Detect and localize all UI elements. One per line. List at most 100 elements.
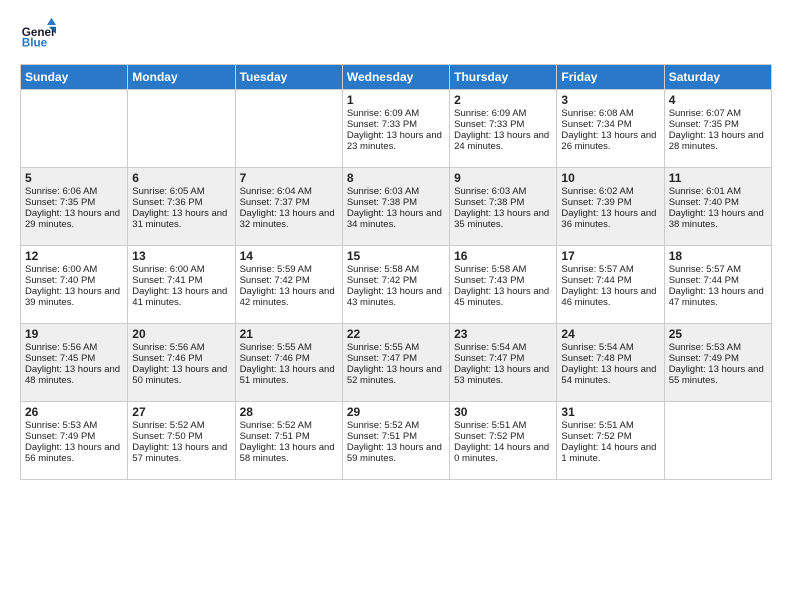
- day-cell: 16Sunrise: 5:58 AMSunset: 7:43 PMDayligh…: [450, 246, 557, 324]
- day-cell: 1Sunrise: 6:09 AMSunset: 7:33 PMDaylight…: [342, 90, 449, 168]
- daylight-text: Daylight: 14 hours and 0 minutes.: [454, 442, 552, 464]
- day-header-saturday: Saturday: [664, 65, 771, 90]
- daylight-text: Daylight: 14 hours and 1 minute.: [561, 442, 659, 464]
- day-cell: 15Sunrise: 5:58 AMSunset: 7:42 PMDayligh…: [342, 246, 449, 324]
- sunset-text: Sunset: 7:49 PM: [25, 431, 123, 442]
- day-cell: 31Sunrise: 5:51 AMSunset: 7:52 PMDayligh…: [557, 402, 664, 480]
- sunrise-text: Sunrise: 6:01 AM: [669, 186, 767, 197]
- sunset-text: Sunset: 7:44 PM: [669, 275, 767, 286]
- day-cell: 30Sunrise: 5:51 AMSunset: 7:52 PMDayligh…: [450, 402, 557, 480]
- sunset-text: Sunset: 7:37 PM: [240, 197, 338, 208]
- daylight-text: Daylight: 13 hours and 26 minutes.: [561, 130, 659, 152]
- day-cell: [128, 90, 235, 168]
- day-cell: 11Sunrise: 6:01 AMSunset: 7:40 PMDayligh…: [664, 168, 771, 246]
- daylight-text: Daylight: 13 hours and 43 minutes.: [347, 286, 445, 308]
- daylight-text: Daylight: 13 hours and 53 minutes.: [454, 364, 552, 386]
- day-cell: 5Sunrise: 6:06 AMSunset: 7:35 PMDaylight…: [21, 168, 128, 246]
- sunset-text: Sunset: 7:51 PM: [240, 431, 338, 442]
- sunrise-text: Sunrise: 6:08 AM: [561, 108, 659, 119]
- day-number: 9: [454, 171, 552, 185]
- sunrise-text: Sunrise: 5:55 AM: [347, 342, 445, 353]
- day-cell: 9Sunrise: 6:03 AMSunset: 7:38 PMDaylight…: [450, 168, 557, 246]
- day-number: 19: [25, 327, 123, 341]
- day-number: 10: [561, 171, 659, 185]
- day-number: 7: [240, 171, 338, 185]
- week-row-5: 26Sunrise: 5:53 AMSunset: 7:49 PMDayligh…: [21, 402, 772, 480]
- sunset-text: Sunset: 7:42 PM: [240, 275, 338, 286]
- week-row-4: 19Sunrise: 5:56 AMSunset: 7:45 PMDayligh…: [21, 324, 772, 402]
- daylight-text: Daylight: 13 hours and 57 minutes.: [132, 442, 230, 464]
- daylight-text: Daylight: 13 hours and 52 minutes.: [347, 364, 445, 386]
- daylight-text: Daylight: 13 hours and 48 minutes.: [25, 364, 123, 386]
- sunset-text: Sunset: 7:46 PM: [132, 353, 230, 364]
- sunset-text: Sunset: 7:44 PM: [561, 275, 659, 286]
- daylight-text: Daylight: 13 hours and 54 minutes.: [561, 364, 659, 386]
- sunrise-text: Sunrise: 5:52 AM: [347, 420, 445, 431]
- day-cell: 28Sunrise: 5:52 AMSunset: 7:51 PMDayligh…: [235, 402, 342, 480]
- day-cell: 12Sunrise: 6:00 AMSunset: 7:40 PMDayligh…: [21, 246, 128, 324]
- sunset-text: Sunset: 7:48 PM: [561, 353, 659, 364]
- sunset-text: Sunset: 7:47 PM: [454, 353, 552, 364]
- day-header-wednesday: Wednesday: [342, 65, 449, 90]
- sunrise-text: Sunrise: 6:09 AM: [454, 108, 552, 119]
- sunrise-text: Sunrise: 5:57 AM: [561, 264, 659, 275]
- daylight-text: Daylight: 13 hours and 38 minutes.: [669, 208, 767, 230]
- day-number: 5: [25, 171, 123, 185]
- daylight-text: Daylight: 13 hours and 45 minutes.: [454, 286, 552, 308]
- daylight-text: Daylight: 13 hours and 59 minutes.: [347, 442, 445, 464]
- daylight-text: Daylight: 13 hours and 31 minutes.: [132, 208, 230, 230]
- daylight-text: Daylight: 13 hours and 36 minutes.: [561, 208, 659, 230]
- day-number: 30: [454, 405, 552, 419]
- day-cell: 25Sunrise: 5:53 AMSunset: 7:49 PMDayligh…: [664, 324, 771, 402]
- sunrise-text: Sunrise: 6:04 AM: [240, 186, 338, 197]
- day-number: 26: [25, 405, 123, 419]
- day-cell: 18Sunrise: 5:57 AMSunset: 7:44 PMDayligh…: [664, 246, 771, 324]
- day-number: 3: [561, 93, 659, 107]
- sunset-text: Sunset: 7:38 PM: [454, 197, 552, 208]
- sunset-text: Sunset: 7:43 PM: [454, 275, 552, 286]
- daylight-text: Daylight: 13 hours and 50 minutes.: [132, 364, 230, 386]
- sunrise-text: Sunrise: 5:52 AM: [240, 420, 338, 431]
- sunrise-text: Sunrise: 5:58 AM: [347, 264, 445, 275]
- sunset-text: Sunset: 7:46 PM: [240, 353, 338, 364]
- day-cell: 24Sunrise: 5:54 AMSunset: 7:48 PMDayligh…: [557, 324, 664, 402]
- daylight-text: Daylight: 13 hours and 34 minutes.: [347, 208, 445, 230]
- sunrise-text: Sunrise: 5:58 AM: [454, 264, 552, 275]
- sunrise-text: Sunrise: 6:00 AM: [132, 264, 230, 275]
- page-container: General Blue SundayMondayTuesdayWednesda…: [0, 0, 792, 490]
- day-number: 22: [347, 327, 445, 341]
- daylight-text: Daylight: 13 hours and 41 minutes.: [132, 286, 230, 308]
- day-cell: 20Sunrise: 5:56 AMSunset: 7:46 PMDayligh…: [128, 324, 235, 402]
- day-cell: 10Sunrise: 6:02 AMSunset: 7:39 PMDayligh…: [557, 168, 664, 246]
- logo-icon: General Blue: [20, 16, 56, 52]
- sunrise-text: Sunrise: 5:55 AM: [240, 342, 338, 353]
- sunset-text: Sunset: 7:41 PM: [132, 275, 230, 286]
- daylight-text: Daylight: 13 hours and 39 minutes.: [25, 286, 123, 308]
- day-number: 27: [132, 405, 230, 419]
- day-cell: [664, 402, 771, 480]
- day-number: 17: [561, 249, 659, 263]
- day-number: 14: [240, 249, 338, 263]
- day-cell: 21Sunrise: 5:55 AMSunset: 7:46 PMDayligh…: [235, 324, 342, 402]
- daylight-text: Daylight: 13 hours and 23 minutes.: [347, 130, 445, 152]
- day-number: 28: [240, 405, 338, 419]
- sunset-text: Sunset: 7:47 PM: [347, 353, 445, 364]
- daylight-text: Daylight: 13 hours and 24 minutes.: [454, 130, 552, 152]
- day-number: 18: [669, 249, 767, 263]
- day-cell: 7Sunrise: 6:04 AMSunset: 7:37 PMDaylight…: [235, 168, 342, 246]
- sunset-text: Sunset: 7:33 PM: [347, 119, 445, 130]
- day-number: 29: [347, 405, 445, 419]
- day-header-thursday: Thursday: [450, 65, 557, 90]
- sunrise-text: Sunrise: 5:57 AM: [669, 264, 767, 275]
- sunrise-text: Sunrise: 6:00 AM: [25, 264, 123, 275]
- sunset-text: Sunset: 7:51 PM: [347, 431, 445, 442]
- sunset-text: Sunset: 7:50 PM: [132, 431, 230, 442]
- sunset-text: Sunset: 7:35 PM: [669, 119, 767, 130]
- day-header-monday: Monday: [128, 65, 235, 90]
- day-cell: 13Sunrise: 6:00 AMSunset: 7:41 PMDayligh…: [128, 246, 235, 324]
- sunrise-text: Sunrise: 5:52 AM: [132, 420, 230, 431]
- sunset-text: Sunset: 7:42 PM: [347, 275, 445, 286]
- sunset-text: Sunset: 7:40 PM: [25, 275, 123, 286]
- day-cell: 14Sunrise: 5:59 AMSunset: 7:42 PMDayligh…: [235, 246, 342, 324]
- day-number: 13: [132, 249, 230, 263]
